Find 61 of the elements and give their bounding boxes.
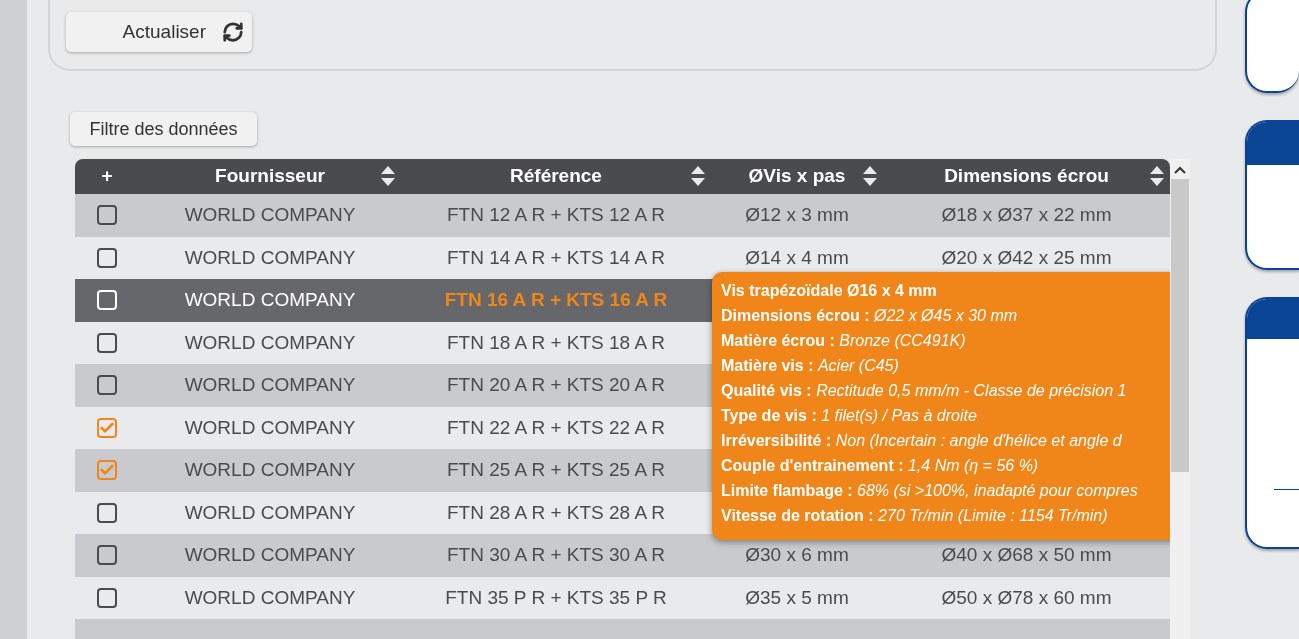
table-cell-text: Ø12 x 3 mm bbox=[745, 203, 849, 227]
table-cell-text: WORLD COMPANY bbox=[184, 458, 356, 482]
column-header[interactable]: Fournisseur bbox=[139, 159, 401, 194]
refresh-icon bbox=[222, 21, 244, 43]
refresh-button[interactable]: Actualiser bbox=[66, 12, 252, 52]
column-header[interactable]: Dimensions écrou bbox=[883, 159, 1170, 194]
checkbox[interactable] bbox=[97, 247, 117, 268]
sort-icon[interactable] bbox=[863, 165, 877, 187]
tooltip-title: Vis trapézoïdale Ø16 x 4 mm bbox=[721, 281, 938, 301]
table-cell-text: WORLD COMPANY bbox=[184, 373, 356, 397]
tooltip-line: Couple d'entrainement : 1,4 Nm (η = 56 %) bbox=[721, 456, 1040, 476]
checkbox[interactable] bbox=[97, 545, 117, 566]
checkbox[interactable] bbox=[97, 502, 117, 523]
table-cell-text: WORLD COMPANY bbox=[184, 330, 356, 355]
checkbox[interactable] bbox=[97, 587, 117, 608]
table-cell-text: Ø20 x Ø42 x 25 mm bbox=[941, 245, 1112, 270]
sort-icon[interactable] bbox=[381, 165, 395, 187]
table-row[interactable]: WORLD COMPANY FTN 12 A R + KTS 12 A R Ø12 x 3 mm Ø18 x Ø37 x 22 mm bbox=[75, 194, 1170, 237]
table-cell-text: WORLD COMPANY bbox=[184, 203, 356, 227]
table-cell-text: Ø14 x 4 mm bbox=[745, 245, 849, 270]
table-cell-text: FTN 14 A R + KTS 14 A R bbox=[446, 245, 666, 270]
sort-icon[interactable] bbox=[691, 165, 705, 187]
table-row[interactable]: WORLD COMPANY FTN 30 A R + KTS 30 A R Ø30 x 6 mm Ø40 x Ø68 x 50 mm bbox=[75, 534, 1170, 577]
table-cell-text: FTN 18 A R + KTS 18 A R bbox=[446, 330, 666, 355]
checkbox[interactable] bbox=[97, 332, 117, 353]
table-cell-text: FTN 35 P R + KTS 35 P R bbox=[445, 585, 667, 610]
table-cell-text: FTN 16 A R + KTS 16 A R bbox=[444, 288, 668, 312]
table-cell-text: WORLD COMPANY bbox=[184, 543, 356, 567]
table-cell-text: Ø40 x Ø68 x 50 mm bbox=[941, 543, 1112, 567]
table-cell-text: Ø35 x 5 mm bbox=[745, 585, 849, 610]
table-cell-text: FTN 22 A R + KTS 22 A R bbox=[446, 415, 666, 440]
table-cell-text: WORLD COMPANY bbox=[184, 415, 356, 440]
table-cell-text: FTN 12 A R + KTS 12 A R bbox=[446, 203, 666, 227]
table-cell-text: WORLD COMPANY bbox=[184, 500, 356, 525]
table-cell-text: FTN 20 A R + KTS 20 A R bbox=[446, 373, 666, 397]
table-cell-text: FTN 30 A R + KTS 30 A R bbox=[446, 543, 666, 567]
table-cell-text: Ø30 x 6 mm bbox=[745, 543, 849, 567]
tooltip-line: Matière écrou : Bronze (CC491K) bbox=[721, 331, 967, 351]
checkbox[interactable] bbox=[97, 417, 117, 438]
tooltip-line: Irréversibilité : Non (Incertain : angle d'hélice et angle d bbox=[721, 431, 1123, 451]
table-cell-text: FTN 28 A R + KTS 28 A R bbox=[446, 500, 666, 525]
tooltip-line: Type de vis : 1 filet(s) / Pas à droite bbox=[721, 406, 978, 426]
scroll-up-icon[interactable] bbox=[1174, 166, 1186, 174]
column-header[interactable]: + bbox=[75, 159, 139, 194]
table-cell-text: WORLD COMPANY bbox=[184, 245, 356, 270]
scrollbar-thumb[interactable] bbox=[1171, 179, 1189, 472]
table-cell-text: WORLD COMPANY bbox=[184, 288, 356, 312]
column-header[interactable]: ØVis x pas bbox=[711, 159, 883, 194]
table-cell-text: Ø18 x Ø37 x 22 mm bbox=[941, 203, 1112, 227]
table-cell-text: FTN 25 A R + KTS 25 A R bbox=[446, 458, 666, 482]
sort-icon[interactable] bbox=[1150, 165, 1164, 187]
scrollbar[interactable] bbox=[1170, 159, 1190, 639]
filter-button[interactable]: Filtre des données bbox=[70, 112, 257, 146]
checkbox[interactable] bbox=[97, 375, 117, 396]
table-cell-text: Ø50 x Ø78 x 60 mm bbox=[941, 585, 1112, 610]
checkbox[interactable] bbox=[97, 460, 117, 481]
table-cell-text: WORLD COMPANY bbox=[184, 585, 356, 610]
column-header[interactable]: Référence bbox=[401, 159, 711, 194]
tooltip-line: Vitesse de rotation : 270 Tr/min (Limite : 1154 Tr/min) bbox=[721, 506, 1109, 526]
tooltip-line: Qualité vis : Rectitude 0,5 mm/m - Classe de précision 1 bbox=[721, 381, 1128, 401]
checkbox[interactable] bbox=[97, 205, 117, 226]
